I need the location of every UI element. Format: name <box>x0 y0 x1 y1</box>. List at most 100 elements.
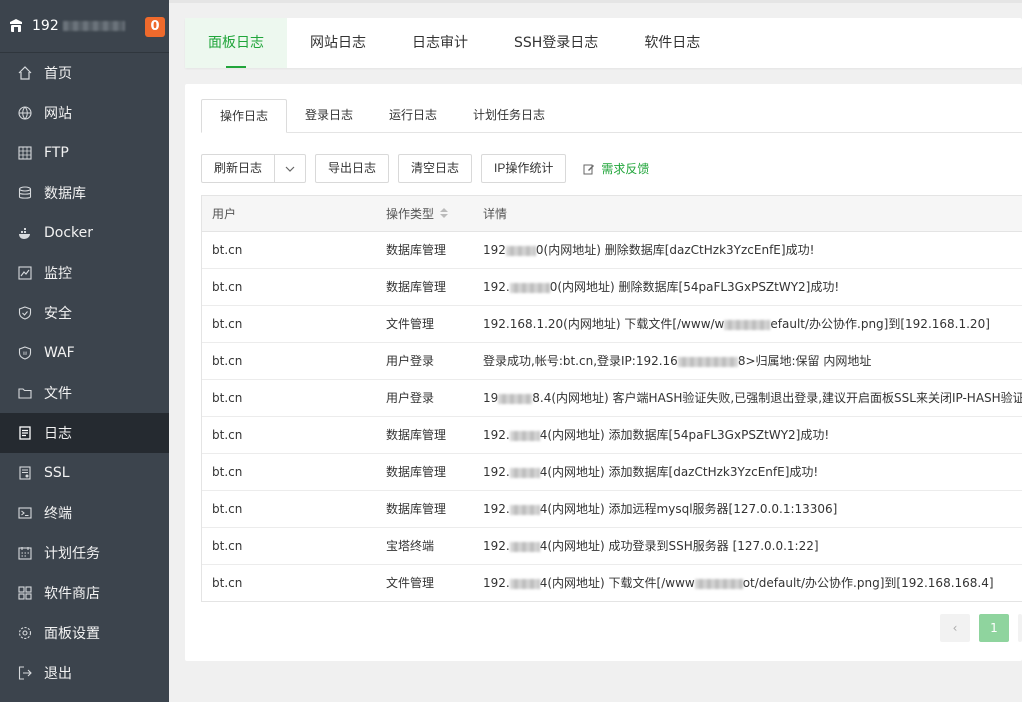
pagination: ‹ 1 <box>931 614 1022 642</box>
sidebar-item-2[interactable]: FTP <box>0 133 169 173</box>
sidebar-item-label: 首页 <box>44 66 72 82</box>
sidebar-item-label: Docker <box>44 225 94 241</box>
cell-type: 文件管理 <box>386 576 435 591</box>
log-panel: 操作日志 登录日志 运行日志 计划任务日志 刷新日志 导出日志 清空日志 IP操作统计… <box>185 84 1022 661</box>
sidebar-item-11[interactable]: 终端 <box>0 493 169 533</box>
redacted-text <box>724 319 771 330</box>
page-1-button[interactable]: 1 <box>979 614 1009 642</box>
cell-user: bt.cn <box>212 390 243 405</box>
header-type[interactable]: 操作类型 <box>376 196 473 232</box>
detail-text-start: 192.168.1.20(内网地址) 下载文件[/www/w <box>483 317 725 331</box>
redacted-text <box>509 282 550 293</box>
logout-icon <box>18 666 32 680</box>
cell-user: bt.cn <box>212 353 243 368</box>
tab-sub-0[interactable]: 操作日志 <box>201 99 288 133</box>
notification-badge[interactable]: 0 <box>145 17 165 37</box>
cell-type: 用户登录 <box>386 354 435 368</box>
tab-sub-3[interactable]: 计划任务日志 <box>455 99 563 133</box>
sidebar-item-label: WAF <box>44 345 75 361</box>
log-table-body: bt.cn 数据库管理 192 0(内网地址) 删除数据库[dazCtHzk3YzcE… <box>202 231 1022 601</box>
sidebar-item-15[interactable]: 退出 <box>0 653 169 693</box>
feedback-link[interactable]: 需求反馈 <box>583 160 649 177</box>
cell-type: 数据库管理 <box>386 243 447 257</box>
detail-text-end: 4(内网地址) 添加数据库[54paFL3GxPSZtWY2]成功! <box>539 428 830 442</box>
shield-icon <box>18 306 32 320</box>
sidebar-menu: 首页网站 FTP 数据库 Docker 监控安全 W WAF 文件 日志 SSL 终端计划任务软件商… <box>0 53 169 693</box>
sidebar-item-label: SSL <box>44 465 70 481</box>
sidebar-item-14[interactable]: 面板设置 <box>0 613 169 653</box>
table-row: bt.cn 用户登录 19 8.4(内网地址) 客户端HASH验证失败,已强制退出登录… <box>202 379 1022 416</box>
refresh-log-button[interactable]: 刷新日志 <box>201 154 276 183</box>
globe-icon <box>18 106 32 120</box>
detail-text-end: 8>归属地:保留 内网地址 <box>737 354 872 368</box>
log-icon <box>18 426 32 440</box>
sidebar-item-6[interactable]: 安全 <box>0 293 169 333</box>
sidebar-item-label: 安全 <box>44 306 72 322</box>
detail-text-start: 192. <box>483 539 510 553</box>
tab-sub-1[interactable]: 登录日志 <box>287 99 371 133</box>
cell-type: 宝塔终端 <box>386 539 435 553</box>
sidebar-item-5[interactable]: 监控 <box>0 253 169 293</box>
table-row: bt.cn 数据库管理 192. 4(内网地址) 添加远程mysql服务器[127.0… <box>202 490 1022 527</box>
header-user: 用户 <box>202 196 376 232</box>
prev-page-button[interactable]: ‹ <box>940 614 970 642</box>
detail-text-start: 192. <box>483 465 510 479</box>
cell-detail: 192. 4(内网地址) 添加数据库[54paFL3GxPSZtWY2]成功! <box>473 416 1022 453</box>
cell-user: bt.cn <box>212 538 243 553</box>
ip-stats-button[interactable]: IP操作统计 <box>481 154 567 183</box>
table-row: bt.cn 文件管理 192. 4(内网地址) 下载文件[/www ot/default… <box>202 564 1022 601</box>
sidebar-item-8[interactable]: 文件 <box>0 373 169 413</box>
clear-log-button[interactable]: 清空日志 <box>398 154 473 183</box>
next-page-button-edge[interactable] <box>1018 614 1022 642</box>
sidebar-item-1[interactable]: 网站 <box>0 93 169 133</box>
redacted-text <box>509 467 540 478</box>
server-ip-redacted <box>62 21 125 31</box>
refresh-dropdown-button[interactable] <box>275 154 307 183</box>
detail-text-start: 192. <box>483 502 510 516</box>
tab-top-4[interactable]: 软件日志 <box>621 18 723 68</box>
detail-text-start: 192. <box>483 428 510 442</box>
sidebar-item-9[interactable]: 日志 <box>0 413 169 453</box>
redacted-text <box>505 245 536 256</box>
sidebar-item-label: 计划任务 <box>44 546 100 562</box>
sidebar-item-7[interactable]: W WAF <box>0 333 169 373</box>
sidebar-item-label: 终端 <box>44 506 72 522</box>
sidebar-item-3[interactable]: 数据库 <box>0 173 169 213</box>
log-category-tabs: 面板日志 网站日志 日志审计 SSH登录日志 软件日志 <box>185 18 1022 68</box>
table-row: bt.cn 宝塔终端 192. 4(内网地址) 成功登录到SSH服务器 [127.0.… <box>202 527 1022 564</box>
sidebar-item-13[interactable]: 软件商店 <box>0 573 169 613</box>
detail-text-end: 4(内网地址) 下载文件[/www <box>539 576 695 591</box>
table-row: bt.cn 用户登录 登录成功,帐号:bt.cn,登录IP:192.16 8>归属地:… <box>202 342 1022 379</box>
waf-icon: W <box>18 346 32 360</box>
tab-top-1[interactable]: 网站日志 <box>287 18 389 68</box>
detail-text-end: 0(内网地址) 删除数据库[dazCtHzk3YzcEnfE]成功! <box>535 243 815 257</box>
redacted-text <box>509 504 540 515</box>
tab-sub-2[interactable]: 运行日志 <box>371 99 455 133</box>
tab-top-3[interactable]: SSH登录日志 <box>491 18 621 68</box>
top-bar <box>169 0 1022 3</box>
sidebar-item-0[interactable]: 首页 <box>0 53 169 93</box>
detail-text-start: 登录成功,帐号:bt.cn,登录IP:192.16 <box>483 354 678 368</box>
sidebar-item-label: 数据库 <box>44 186 86 202</box>
edit-icon <box>583 163 595 175</box>
table-row: bt.cn 文件管理 192.168.1.20(内网地址) 下载文件[/www/w e… <box>202 305 1022 342</box>
table-row: bt.cn 数据库管理 192. 4(内网地址) 添加数据库[54paFL3GxPSZ… <box>202 416 1022 453</box>
tab-top-2[interactable]: 日志审计 <box>389 18 491 68</box>
export-log-button[interactable]: 导出日志 <box>315 154 390 183</box>
table-row: bt.cn 数据库管理 192. 4(内网地址) 添加数据库[dazCtHzk3Yzc… <box>202 453 1022 490</box>
table-row: bt.cn 数据库管理 192 0(内网地址) 删除数据库[dazCtHzk3YzcE… <box>202 231 1022 268</box>
ssl-icon <box>18 466 32 480</box>
sidebar-item-label: 退出 <box>44 666 72 682</box>
detail-text-end: 0(内网地址) 删除数据库[54paFL3GxPSZtWY2]成功! <box>549 280 840 294</box>
sidebar-item-10[interactable]: SSL <box>0 453 169 493</box>
sidebar-item-12[interactable]: 计划任务 <box>0 533 169 573</box>
cell-type: 数据库管理 <box>386 428 447 442</box>
sort-icon[interactable] <box>440 207 449 221</box>
sidebar-item-4[interactable]: Docker <box>0 213 169 253</box>
redacted-text <box>498 393 533 404</box>
tab-top-0[interactable]: 面板日志 <box>185 18 287 68</box>
redacted-text <box>509 541 540 552</box>
folder-icon <box>18 386 32 400</box>
detail-text-end: 4(内网地址) 成功登录到SSH服务器 [127.0.0.1:22] <box>539 539 819 553</box>
table-header-row: 用户 操作类型 详情 <box>202 196 1022 232</box>
